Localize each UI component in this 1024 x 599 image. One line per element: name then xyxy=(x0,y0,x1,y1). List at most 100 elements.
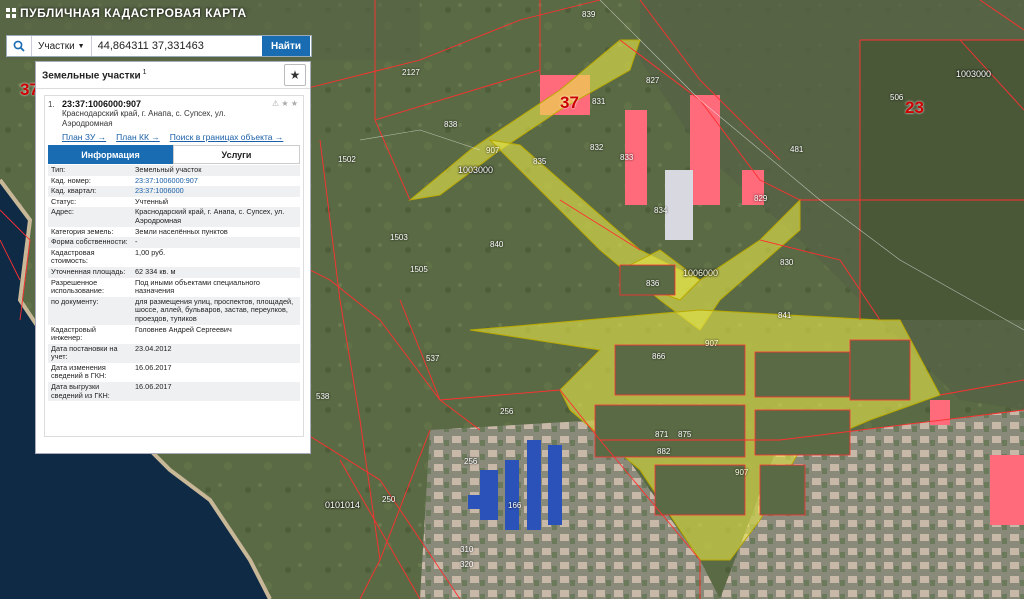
result-card: 1. 23:37:1006000:907 ⚠ ★ ★ Краснодарский… xyxy=(44,95,304,437)
table-row: Дата изменения сведений в ГКН: 16.06.2017 xyxy=(48,363,300,382)
parcel-label: 882 xyxy=(657,447,671,456)
row-key: Кад. квартал: xyxy=(48,186,132,197)
row-key: по документу: xyxy=(48,296,132,325)
parcel-label: 907 xyxy=(705,339,719,348)
row-key: Уточненная площадь: xyxy=(48,266,132,278)
parcel-label: 1502 xyxy=(338,155,356,164)
result-links: План ЗУ → План КК → Поиск в границах объ… xyxy=(62,132,300,142)
row-value: Под иными объектами специального назначе… xyxy=(135,277,260,296)
parcel-label: 875 xyxy=(678,430,692,439)
table-row: Форма собственности: - xyxy=(48,237,300,248)
result-count: 1 xyxy=(142,68,147,76)
parcel-label: 827 xyxy=(646,76,660,85)
warning-star-icons[interactable]: ⚠ ★ ★ xyxy=(272,99,298,108)
parcel-label: 250 xyxy=(382,495,396,504)
table-row: по документу: для размещения улиц, проспе… xyxy=(48,296,300,325)
quarter-label: 1006000 xyxy=(683,268,719,278)
row-value: Земельный участок xyxy=(132,165,300,176)
table-row: Кад. номер: 23:37:1006000:907 xyxy=(48,176,300,187)
parcel-id[interactable]: 23:37:1006000:907 xyxy=(62,99,141,109)
search-icon[interactable] xyxy=(7,36,32,56)
tab-services[interactable]: Услуги xyxy=(173,145,300,164)
panel-title: Земельные участки 1 xyxy=(42,69,147,81)
row-key: Адрес: xyxy=(48,207,132,227)
row-key: Кадастровый инженер: xyxy=(51,324,96,343)
row-value: Краснодарский край, г. Анапа, с. Супсех,… xyxy=(132,207,300,227)
row-value: 16.06.2017 xyxy=(135,362,172,372)
parcel-label: 166 xyxy=(508,501,522,510)
quarter-label: 0101014 xyxy=(325,500,361,510)
search-type-select[interactable]: Участки ▼ xyxy=(32,36,92,56)
tab-information[interactable]: Информация xyxy=(48,145,173,164)
parcel-label: 310 xyxy=(460,545,474,554)
result-index: 1. xyxy=(48,100,55,109)
parcel-label: 538 xyxy=(316,392,330,401)
parcel-label: 866 xyxy=(652,352,666,361)
find-button[interactable]: Найти xyxy=(262,36,310,56)
search-bar: Участки ▼ Найти xyxy=(6,35,312,57)
table-row: Категория земель: Земли населённых пункто… xyxy=(48,227,300,238)
parcel-label: 829 xyxy=(754,194,768,203)
row-value: - xyxy=(132,237,300,248)
parcel-label: 830 xyxy=(780,258,794,267)
row-key: Дата постановки на учет: xyxy=(48,343,132,363)
parcel-label: 835 xyxy=(533,157,547,166)
parcel-label: 871 xyxy=(655,430,669,439)
row-value: Земли населённых пунктов xyxy=(135,226,228,236)
parcel-label: 907 xyxy=(486,146,500,155)
table-row: Кадастровая стоимость: 1,00 руб. xyxy=(48,248,300,267)
parcel-label: 256 xyxy=(500,407,514,416)
row-key: Разрешенное использование: xyxy=(51,277,104,296)
plan-zu-link[interactable]: План ЗУ → xyxy=(62,132,106,142)
row-key: Тип: xyxy=(48,165,132,176)
parcel-label: 907 xyxy=(735,468,749,477)
parcel-address: Краснодарский край, г. Анапа, с. Супсех,… xyxy=(62,109,226,128)
row-key: Категория земель: xyxy=(51,226,114,236)
parcel-label: 832 xyxy=(590,143,604,152)
table-row: Дата выгрузки сведений из ГКН: 16.06.2017 xyxy=(48,382,300,402)
row-value: 16.06.2017 xyxy=(132,382,300,402)
row-value[interactable]: 23:37:1006000 xyxy=(132,186,300,197)
row-key: Статус: xyxy=(51,196,77,206)
info-panel: Земельные участки 1 ★ 1. 23:37:1006000:90… xyxy=(35,61,311,454)
quarter-label: 1003000 xyxy=(458,165,494,175)
table-row: Тип: Земельный участок xyxy=(48,165,300,176)
row-value: 62 334 кв. м xyxy=(132,266,300,278)
table-row: Разрешенное использование: Под иными объе… xyxy=(48,278,300,297)
row-value: 1,00 руб. xyxy=(135,247,166,257)
panel-title-text: Земельные участки xyxy=(42,70,141,82)
parcel-label: 1503 xyxy=(390,233,408,242)
parcel-label: 838 xyxy=(444,120,458,129)
row-value: Учтенный xyxy=(135,196,169,206)
parcel-label: 839 xyxy=(582,10,596,19)
favorite-star-icon[interactable]: ★ xyxy=(284,64,306,86)
app-title-text: ПУБЛИЧНАЯ КАДАСТРОВАЯ КАРТА xyxy=(20,6,247,20)
search-type-label: Участки xyxy=(38,40,75,52)
chevron-down-icon: ▼ xyxy=(77,42,85,50)
parcel-label: 834 xyxy=(654,206,668,215)
parcel-label: 506 xyxy=(890,93,904,102)
row-value[interactable]: 23:37:1006000:907 xyxy=(132,176,300,187)
district-label: 37 xyxy=(560,93,579,112)
row-key: Кад. номер: xyxy=(51,175,91,185)
parcel-label: 836 xyxy=(646,279,660,288)
row-key: Дата изменения сведений в ГКН: xyxy=(51,362,107,381)
parcel-label: 481 xyxy=(790,145,804,154)
info-table: Тип: Земельный участок Кад. номер: 23:37:1… xyxy=(48,165,300,402)
search-input[interactable] xyxy=(91,37,263,55)
parcel-label: 833 xyxy=(620,153,634,162)
search-bounds-link[interactable]: Поиск в границах объекта → xyxy=(170,132,284,142)
parcel-label: 256 xyxy=(464,457,478,466)
row-value: Головнев Андрей Сергеевич xyxy=(135,324,232,334)
row-value: 23.04.2012 xyxy=(132,343,300,363)
row-key: Дата выгрузки сведений из ГКН: xyxy=(48,382,132,402)
table-row: Дата постановки на учет: 23.04.2012 xyxy=(48,343,300,363)
parcel-label: 2127 xyxy=(402,68,420,77)
table-row: Статус: Учтенный xyxy=(48,197,300,208)
table-row: Кадастровый инженер: Головнев Андрей Серг… xyxy=(48,325,300,344)
table-row: Адрес: Краснодарский край, г. Анапа, с. С… xyxy=(48,207,300,227)
parcel-label: 320 xyxy=(460,560,474,569)
parcel-label: 831 xyxy=(592,97,606,106)
plan-kk-link[interactable]: План КК → xyxy=(116,132,160,142)
grid-icon xyxy=(6,8,16,18)
